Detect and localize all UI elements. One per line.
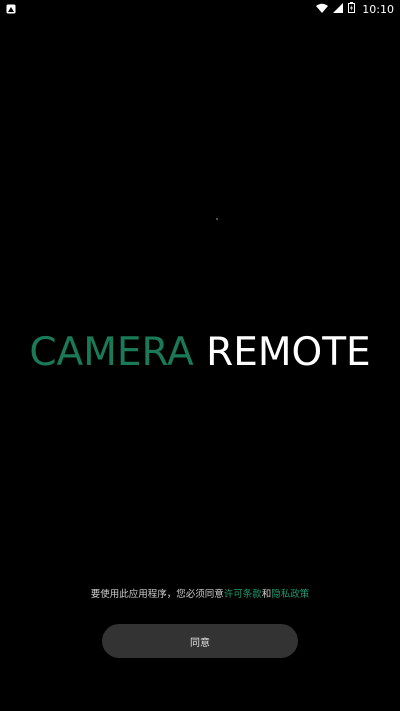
logo-remote-text: REMOTE [206,330,371,375]
battery-icon [348,2,356,16]
status-clock: 10:10 [362,2,394,16]
license-terms-link[interactable]: 许可条款 [224,589,262,600]
app-logo: CAMERA REMOTE [0,330,400,376]
consent-conjunction: 和 [261,589,272,600]
status-bar: 10:10 [0,0,400,18]
notification-icon [6,4,16,14]
decorative-dot [216,218,218,220]
wifi-icon [316,3,329,16]
privacy-policy-link[interactable]: 隐私政策 [271,589,309,600]
agree-button[interactable]: 同意 [102,624,298,658]
consent-text: 要使用此应用程序，您必须同意许可条款和隐私政策 [0,586,400,600]
consent-prefix: 要使用此应用程序，您必须同意 [90,589,224,600]
logo-camera-text: CAMERA [29,330,194,375]
signal-icon [333,2,344,16]
